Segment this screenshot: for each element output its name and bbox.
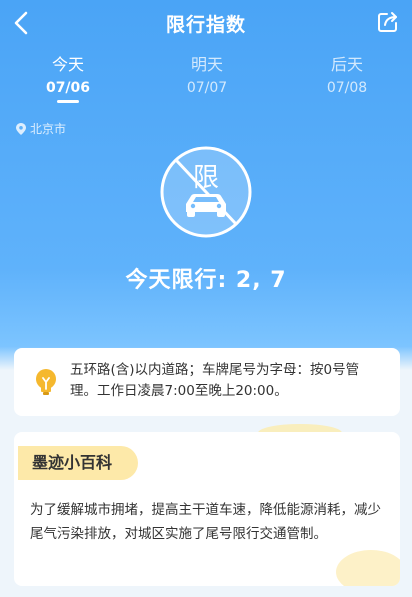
- tab-date: 07/07: [186, 80, 228, 96]
- wiki-card: 墨迹小百科 为了缓解城市拥堵，提高主干道车速，降低能源消耗，减少尾气污染排放，对…: [14, 432, 400, 586]
- location-name: 北京市: [30, 122, 67, 136]
- day-tabs: 今天 07/06 明天 07/07 后天 07/08: [0, 54, 412, 106]
- tab-today[interactable]: 今天 07/06: [23, 54, 113, 98]
- tab-day-after-tomorrow[interactable]: 后天 07/08: [302, 54, 392, 98]
- tab-date: 07/06: [45, 80, 91, 96]
- wiki-text: 为了缓解城市拥堵，提高主干道车速，降低能源消耗，减少尾气污染排放，对城区实施了尾…: [30, 502, 381, 542]
- wiki-tag: 墨迹小百科: [18, 446, 139, 480]
- badge-char: 限: [193, 163, 219, 193]
- restriction-info-card: 五环路(含)以内道路；车牌尾号为字母：按0号管理。工作日凌晨7:00至晚上20:…: [14, 348, 400, 416]
- lightbulb-icon: [36, 369, 56, 395]
- tab-label: 明天: [190, 55, 223, 74]
- top-bar: 限行指数: [0, 0, 412, 46]
- tab-label: 后天: [330, 55, 363, 74]
- page-title: 限行指数: [165, 14, 246, 36]
- tab-date: 07/08: [326, 80, 368, 96]
- no-driving-badge-icon: 限: [160, 146, 252, 238]
- tab-label: 今天: [51, 55, 84, 74]
- decorative-blob: [336, 550, 400, 586]
- tab-tomorrow[interactable]: 明天 07/07: [162, 54, 252, 98]
- restriction-numbers: 今天限行: 2, 7: [125, 268, 287, 293]
- location-pin-icon: [16, 122, 26, 135]
- restriction-rules-text: 五环路(含)以内道路；车牌尾号为字母：按0号管理。工作日凌晨7:00至晚上20:…: [70, 362, 360, 399]
- share-icon[interactable]: [376, 10, 400, 34]
- location: 北京市: [16, 120, 66, 137]
- active-tab-indicator: [57, 100, 79, 103]
